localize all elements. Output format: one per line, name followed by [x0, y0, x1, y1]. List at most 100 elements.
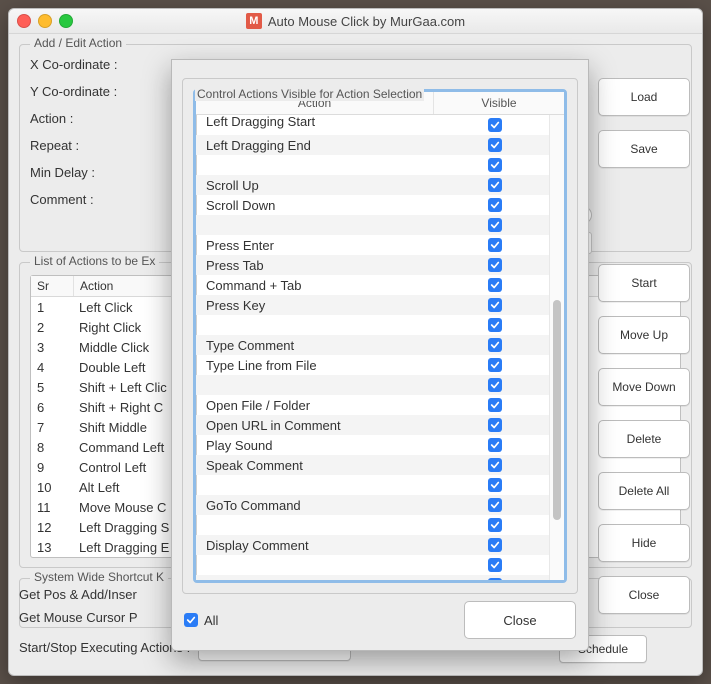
main-window: M Auto Mouse Click by MurGaa.com Add / E…: [8, 8, 703, 676]
visible-checkbox[interactable]: [488, 558, 502, 572]
visible-checkbox[interactable]: [488, 458, 502, 472]
visible-checkbox[interactable]: [488, 138, 502, 152]
row-action-label: Open File / Folder: [196, 398, 440, 413]
row-action-label: Left Dragging Start: [196, 115, 440, 129]
table-row[interactable]: [196, 315, 550, 335]
visible-checkbox[interactable]: [488, 538, 502, 552]
row-action-label: Play Sound: [196, 438, 440, 453]
window-body: Add / Edit Action X Co-ordinate : Y Co-o…: [9, 34, 702, 675]
visible-checkbox[interactable]: [488, 438, 502, 452]
visible-checkbox[interactable]: [488, 258, 502, 272]
row-action-label: Open URL in Comment: [196, 418, 440, 433]
scrollbar-thumb[interactable]: [553, 300, 561, 520]
move-down-button[interactable]: Move Down: [598, 368, 690, 406]
visible-checkbox[interactable]: [488, 578, 502, 580]
visible-checkbox[interactable]: [488, 318, 502, 332]
table-row[interactable]: GoTo Command: [196, 495, 550, 515]
visible-checkbox[interactable]: [488, 418, 502, 432]
table-row[interactable]: [196, 515, 550, 535]
list-item-sr: 12: [31, 517, 73, 537]
visible-checkbox[interactable]: [488, 478, 502, 492]
table-body: Left Dragging Start Left Dragging End Scro…: [196, 115, 564, 580]
delete-button[interactable]: Delete: [598, 420, 690, 458]
visible-checkbox[interactable]: [488, 218, 502, 232]
visible-checkbox[interactable]: [488, 118, 502, 132]
visible-checkbox[interactable]: [488, 158, 502, 172]
window-title-text: Auto Mouse Click by MurGaa.com: [268, 14, 465, 29]
minimize-window-button[interactable]: [38, 14, 52, 28]
row-action-label: Type Comment: [196, 338, 440, 353]
all-checkbox[interactable]: [184, 613, 198, 627]
table-row[interactable]: Execute Apple Script: [196, 575, 550, 580]
list-item-sr: 1: [31, 297, 73, 317]
visible-checkbox[interactable]: [488, 518, 502, 532]
start-button[interactable]: Start: [598, 264, 690, 302]
sheet-groupbox: Control Actions Visible for Action Selec…: [182, 78, 578, 594]
table-row[interactable]: Left Dragging Start: [196, 115, 550, 135]
table-row[interactable]: Left Dragging End: [196, 135, 550, 155]
actions-list-legend: List of Actions to be Ex: [30, 254, 159, 268]
visible-actions-table[interactable]: Action Visible Left Dragging StartLeft D…: [193, 89, 567, 583]
zoom-window-button[interactable]: [59, 14, 73, 28]
all-label: All: [204, 613, 218, 628]
row-action-label: Left Dragging End: [196, 138, 440, 153]
close-button[interactable]: Close: [598, 576, 690, 614]
table-row[interactable]: Type Line from File: [196, 355, 550, 375]
list-item-sr: 5: [31, 377, 73, 397]
visible-checkbox[interactable]: [488, 238, 502, 252]
table-row[interactable]: Type Comment: [196, 335, 550, 355]
list-item-sr: 8: [31, 437, 73, 457]
table-row[interactable]: Press Enter: [196, 235, 550, 255]
list-item-sr: 13: [31, 537, 73, 557]
table-row[interactable]: Speak Comment: [196, 455, 550, 475]
table-row[interactable]: Command + Tab: [196, 275, 550, 295]
list-item-sr: 7: [31, 417, 73, 437]
visible-checkbox[interactable]: [488, 338, 502, 352]
load-button[interactable]: Load: [598, 78, 690, 116]
table-row[interactable]: Open File / Folder: [196, 395, 550, 415]
visible-checkbox[interactable]: [488, 178, 502, 192]
table-row[interactable]: [196, 155, 550, 175]
visible-checkbox[interactable]: [488, 358, 502, 372]
visible-checkbox[interactable]: [488, 498, 502, 512]
table-row[interactable]: Scroll Down: [196, 195, 550, 215]
visible-checkbox[interactable]: [488, 398, 502, 412]
list-item-sr: 11: [31, 497, 73, 517]
table-row[interactable]: Press Key: [196, 295, 550, 315]
all-checkbox-row[interactable]: All: [184, 613, 218, 628]
table-row[interactable]: [196, 215, 550, 235]
table-row[interactable]: Play Sound: [196, 435, 550, 455]
table-row[interactable]: [196, 555, 550, 575]
sheet-close-button[interactable]: Close: [464, 601, 576, 639]
table-row[interactable]: Display Comment: [196, 535, 550, 555]
visible-checkbox[interactable]: [488, 198, 502, 212]
sheet-legend: Control Actions Visible for Action Selec…: [195, 87, 424, 101]
table-row[interactable]: Open URL in Comment: [196, 415, 550, 435]
hide-button[interactable]: Hide: [598, 524, 690, 562]
list-item-sr: 2: [31, 317, 73, 337]
visible-checkbox[interactable]: [488, 298, 502, 312]
move-up-button[interactable]: Move Up: [598, 316, 690, 354]
row-action-label: Command + Tab: [196, 278, 440, 293]
sheet-footer: All Close: [184, 602, 576, 638]
table-row[interactable]: Press Tab: [196, 255, 550, 275]
list-item-sr: 10: [31, 477, 73, 497]
col-visible-header: Visible: [434, 92, 564, 114]
delete-all-button[interactable]: Delete All: [598, 472, 690, 510]
row-action-label: Press Key: [196, 298, 440, 313]
col-sr: Sr: [31, 276, 74, 296]
table-row[interactable]: [196, 375, 550, 395]
row-action-label: GoTo Command: [196, 498, 440, 513]
visible-checkbox[interactable]: [488, 378, 502, 392]
list-item-sr: 9: [31, 457, 73, 477]
table-row[interactable]: Scroll Up: [196, 175, 550, 195]
list-item-sr: 3: [31, 337, 73, 357]
visible-checkbox[interactable]: [488, 278, 502, 292]
close-window-button[interactable]: [17, 14, 31, 28]
window-controls: [17, 14, 73, 28]
table-row[interactable]: [196, 475, 550, 495]
scrollbar-track[interactable]: [549, 115, 564, 580]
save-button[interactable]: Save: [598, 130, 690, 168]
row-action-label: Press Tab: [196, 258, 440, 273]
right-button-column: Load Save Start Move Up Move Down Delete…: [598, 78, 690, 614]
